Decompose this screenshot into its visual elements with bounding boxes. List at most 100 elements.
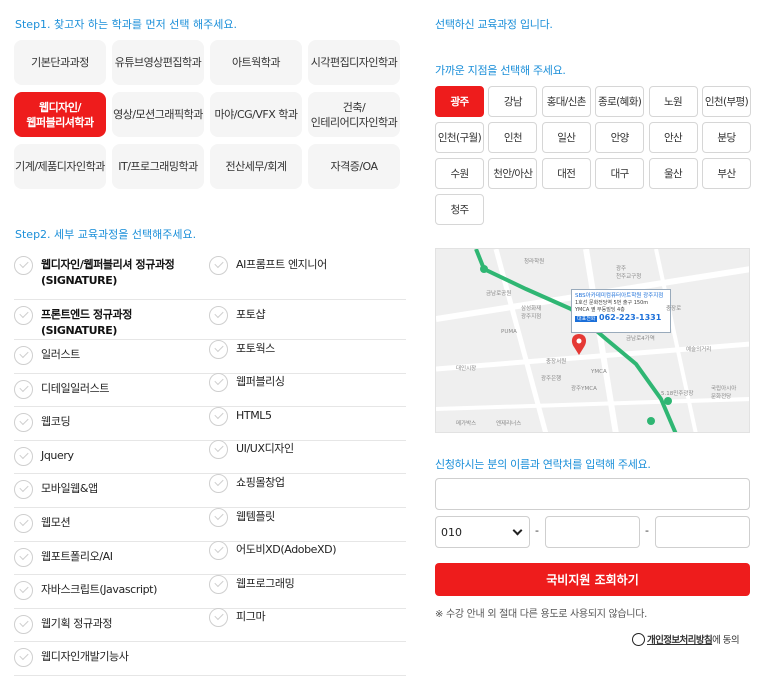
branch-button[interactable]: 수원	[435, 158, 484, 189]
department-button[interactable]: 기계/제품디자인학과	[14, 144, 106, 189]
department-button[interactable]: IT/프로그래밍학과	[112, 144, 204, 189]
branch-button[interactable]: 부산	[701, 158, 751, 189]
course-label: 웹퍼블리싱	[236, 375, 285, 389]
course-label: 웹템플릿	[236, 509, 275, 523]
course-label: 웹디자인개발기능사	[41, 650, 129, 664]
branch-button[interactable]: 종로(혜화)	[595, 86, 645, 117]
branch-button[interactable]: 일산	[541, 122, 591, 153]
map-place-label: 금남로4가역	[626, 336, 655, 342]
branch-grid: 광주 강남 홍대/신촌 종로(혜화) 노원 인천(부평) 인천(구월) 인천 일산 안양 안산 분당수…	[435, 86, 751, 225]
branch-button[interactable]: 광주	[435, 86, 484, 117]
department-button[interactable]: 시각편집디자인학과	[308, 40, 400, 85]
department-button[interactable]: 웹디자인/ 웹퍼블리셔학과	[14, 92, 106, 137]
map-place-label: 엔제리너스	[496, 421, 522, 427]
branch-button[interactable]: 인천(구월)	[435, 122, 484, 153]
map-info-box: SBS아카데미컴퓨터아트학원 광주지점 1호선 문화전당역 5번 출구 150m…	[571, 289, 671, 333]
check-circle-icon[interactable]	[14, 446, 33, 466]
map-place-label: 금남로공원	[486, 291, 512, 297]
course-label: 포토샵	[236, 308, 266, 321]
privacy-note: ※ 수강 안내 외 절대 다른 용도로 사용되지 않습니다.	[435, 609, 647, 620]
map-info-badge: 대표전화	[575, 316, 598, 322]
submit-button[interactable]: 국비지원 조회하기	[435, 563, 750, 596]
map-info-addr1: 1호선 문화전당역 5번 출구 150m	[575, 300, 649, 306]
check-circle-icon[interactable]	[209, 373, 228, 393]
branch-button[interactable]: 대구	[595, 158, 645, 189]
check-circle-icon[interactable]	[209, 256, 228, 275]
course-label: 피그마	[236, 610, 266, 624]
check-circle-icon[interactable]	[209, 406, 228, 426]
phone-middle-input[interactable]	[545, 516, 640, 548]
privacy-consent-label: 에 동의	[712, 635, 739, 646]
department-button[interactable]: 자격증/OA	[308, 144, 400, 189]
privacy-radio[interactable]	[632, 632, 645, 646]
department-button[interactable]: 유튜브영상편집학과	[112, 40, 204, 85]
check-circle-icon[interactable]	[209, 339, 228, 359]
branch-button[interactable]: 안양	[595, 122, 645, 153]
check-circle-icon[interactable]	[14, 648, 33, 668]
check-circle-icon[interactable]	[14, 256, 33, 275]
course-item[interactable]: HTML5	[209, 401, 399, 435]
check-circle-icon[interactable]	[209, 608, 228, 628]
branch-button[interactable]: 안산	[648, 122, 698, 153]
check-circle-icon[interactable]	[14, 379, 33, 399]
course-item[interactable]: 어도비XD(AdobeXD)	[209, 535, 399, 569]
phone-dash-1: -	[535, 524, 539, 537]
map-roads	[436, 249, 749, 432]
branch-button[interactable]: 강남	[488, 86, 538, 117]
check-circle-icon[interactable]	[209, 574, 228, 594]
privacy-consent[interactable]: 개인정보처리방침 에 동의	[632, 632, 740, 646]
branch-section-title: 가까운 지점을 선택해 주세요.	[435, 64, 566, 77]
check-circle-icon[interactable]	[209, 541, 228, 561]
check-circle-icon[interactable]	[14, 547, 33, 567]
branch-button[interactable]: 분당	[701, 122, 751, 153]
branch-button[interactable]: 인천(부평)	[701, 86, 751, 117]
branch-map[interactable]: SBS아카데미컴퓨터아트학원 광주지점 1호선 문화전당역 5번 출구 150m…	[435, 248, 750, 433]
course-item[interactable]: 쇼핑몰창업	[209, 468, 399, 502]
course-item[interactable]: 웹퍼블리싱	[209, 367, 399, 401]
check-circle-icon[interactable]	[14, 513, 33, 533]
check-circle-icon[interactable]	[14, 306, 33, 325]
department-button[interactable]: 건축/ 인테리어디자인학과	[308, 92, 400, 137]
department-button[interactable]: 아트웍학과	[210, 40, 302, 85]
check-circle-icon[interactable]	[14, 581, 33, 601]
course-label: HTML5	[236, 408, 272, 422]
course-label: 웹모션	[41, 515, 71, 529]
branch-button[interactable]: 천안/아산	[488, 158, 538, 189]
course-item[interactable]: UI/UX디자인	[209, 434, 399, 468]
course-item[interactable]: 포토웍스	[209, 334, 399, 368]
course-item[interactable]: 피그마	[209, 602, 399, 636]
course-item[interactable]: AI프롬프트 엔지니어	[209, 250, 399, 300]
branch-button[interactable]: 울산	[648, 158, 698, 189]
branch-button[interactable]: 대전	[541, 158, 591, 189]
check-circle-icon[interactable]	[14, 614, 33, 634]
privacy-policy-link[interactable]: 개인정보처리방침	[647, 632, 713, 646]
course-label: 일러스트	[41, 348, 80, 361]
phone-last-input[interactable]	[655, 516, 750, 548]
department-button[interactable]: 기본단과과정	[14, 40, 106, 85]
course-item[interactable]: 포토샵	[209, 300, 399, 334]
map-place-label: 청라학원	[524, 259, 545, 265]
department-button[interactable]: 마야/CG/VFX 학과	[210, 92, 302, 137]
branch-button[interactable]: 홍대/신촌	[541, 86, 591, 117]
check-circle-icon[interactable]	[209, 306, 228, 325]
branch-button[interactable]: 노원	[648, 86, 698, 117]
branch-button[interactable]: 청주	[435, 194, 484, 225]
course-item[interactable]: 웹템플릿	[209, 502, 399, 536]
check-circle-icon[interactable]	[209, 440, 228, 460]
department-button[interactable]: 전산세무/회계	[210, 144, 302, 189]
course-item[interactable]: 웹디자인개발기능사	[14, 642, 406, 676]
branch-button[interactable]: 인천	[488, 122, 538, 153]
map-place-label: 5.18민주광장	[661, 391, 694, 397]
phone-prefix-value: 010	[441, 525, 462, 539]
course-item[interactable]: 웹프로그래밍	[209, 569, 399, 603]
phone-prefix-select[interactable]: 010	[435, 516, 530, 548]
name-input[interactable]	[435, 478, 750, 510]
department-button[interactable]: 영상/모션그래픽학과	[112, 92, 204, 137]
check-circle-icon[interactable]	[14, 413, 33, 433]
map-place-label: 광주YMCA	[571, 386, 597, 392]
check-circle-icon[interactable]	[14, 346, 33, 365]
map-place-label: YMCA	[591, 369, 607, 375]
check-circle-icon[interactable]	[14, 480, 33, 500]
check-circle-icon[interactable]	[209, 473, 228, 493]
check-circle-icon[interactable]	[209, 507, 228, 527]
